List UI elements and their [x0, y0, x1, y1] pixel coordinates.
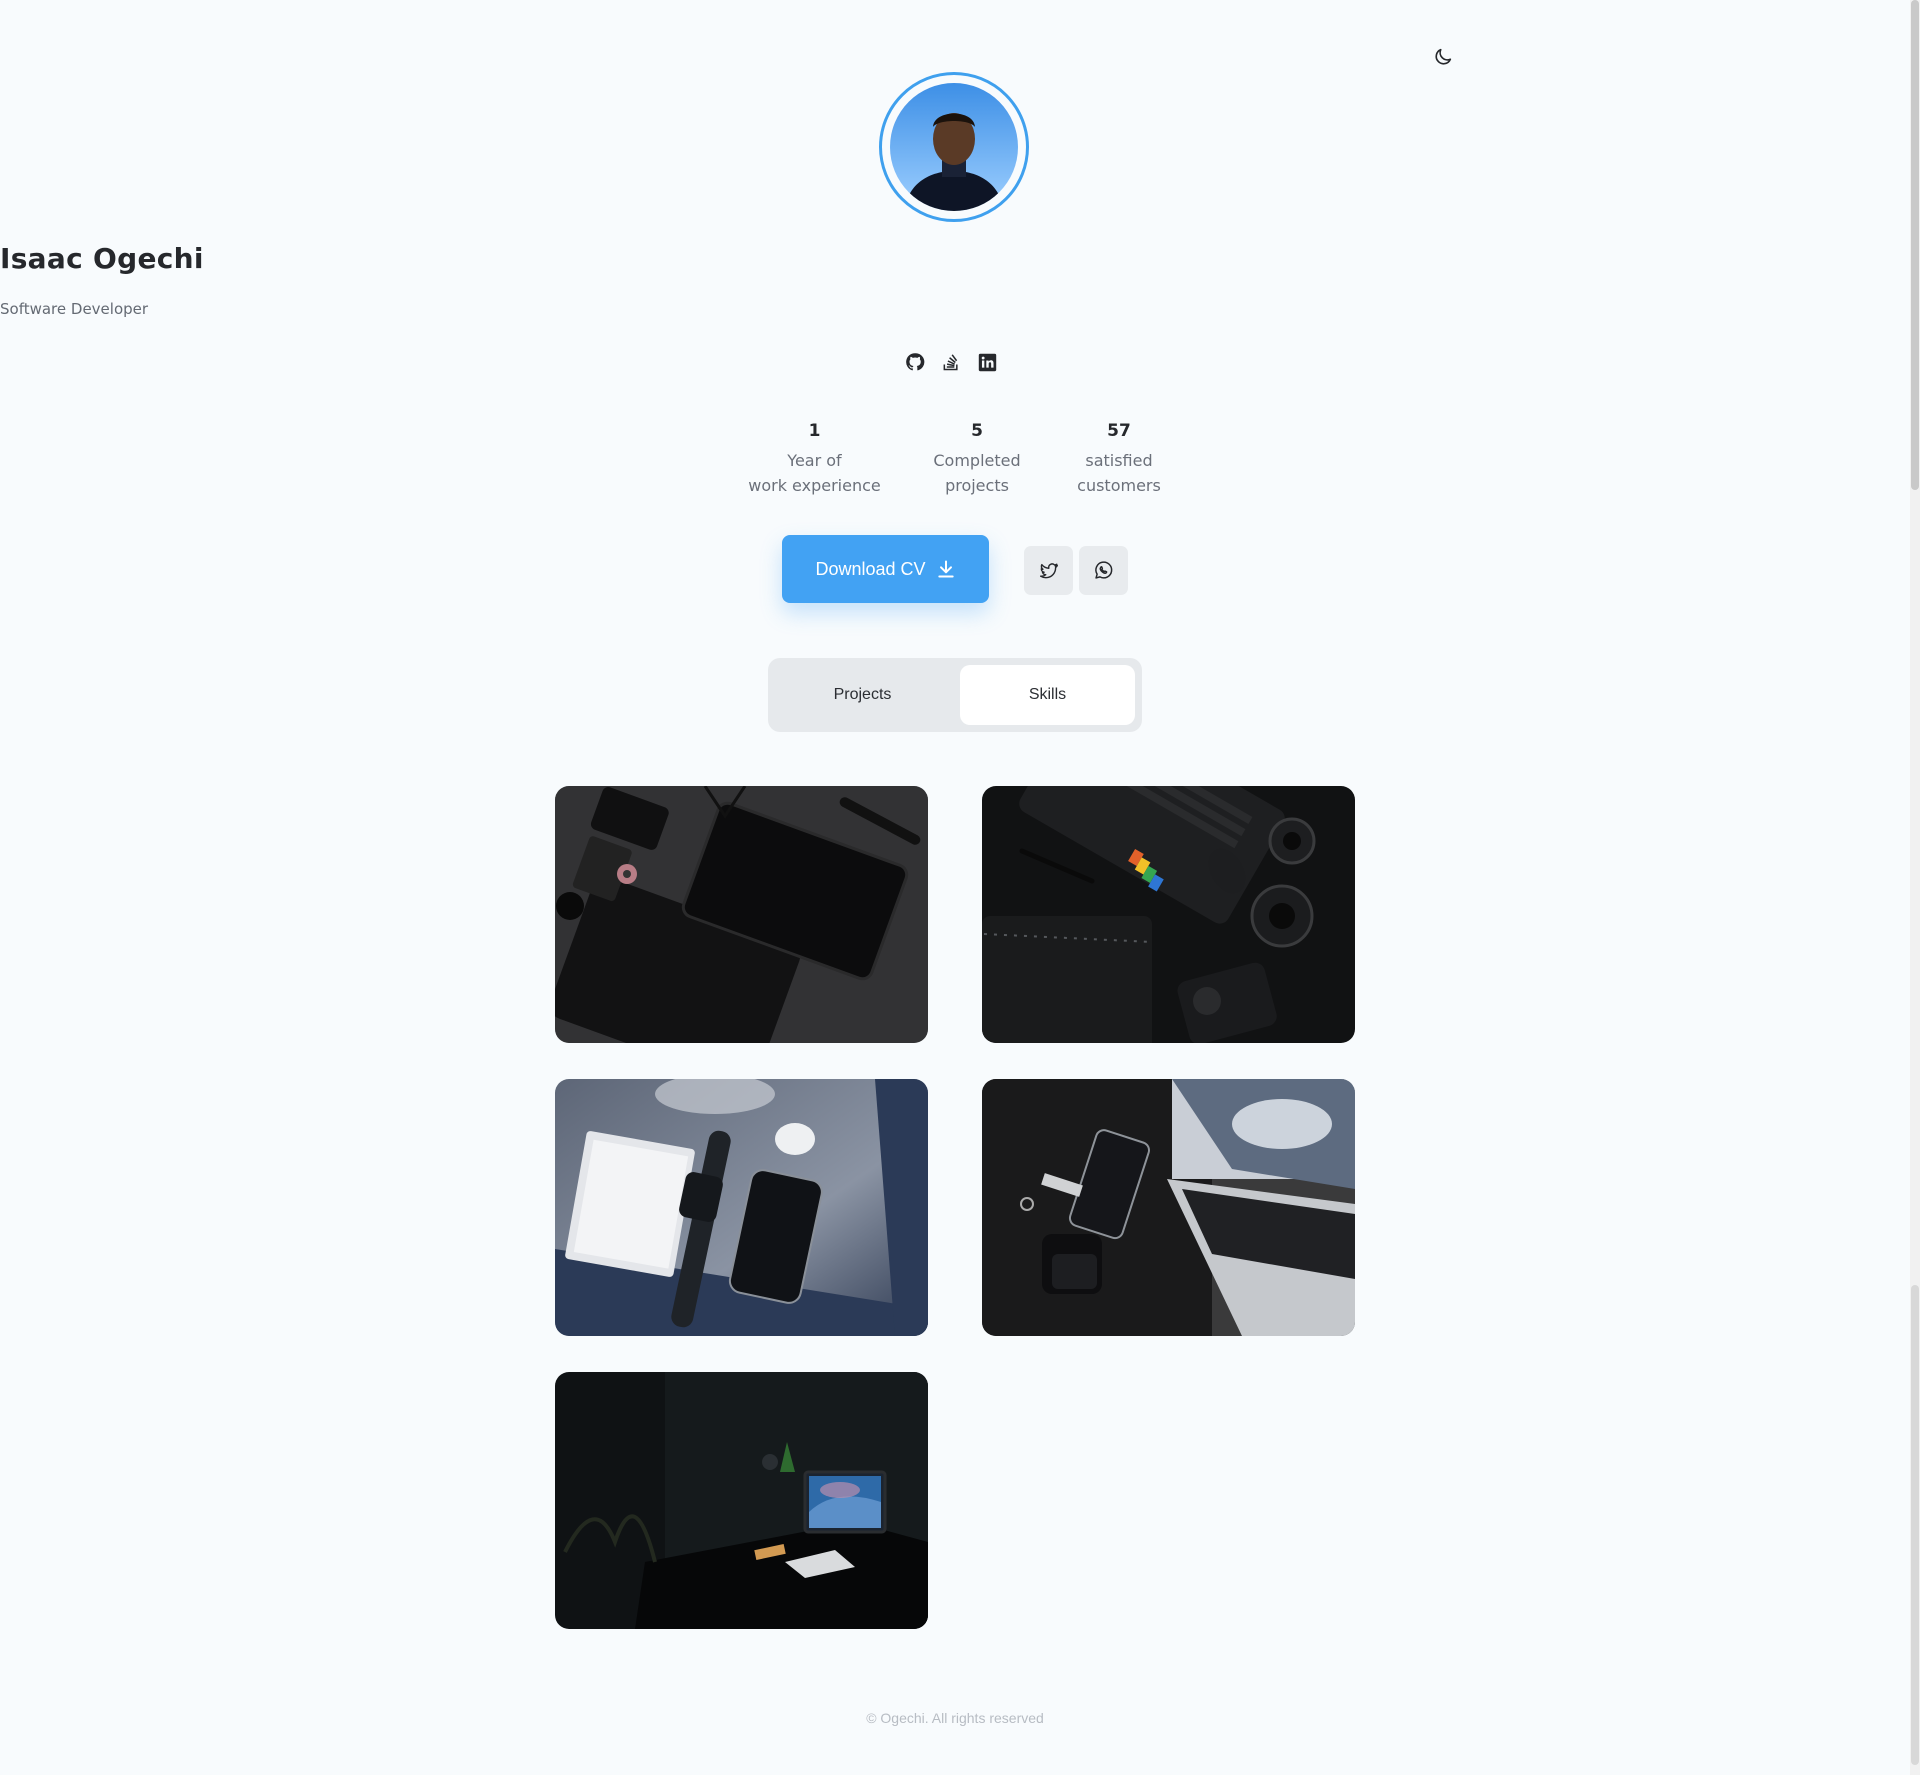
- stack-overflow-icon: [943, 354, 958, 371]
- stat-experience: 1 Year of work experience: [742, 420, 887, 498]
- tab-projects[interactable]: Projects: [775, 665, 950, 725]
- scrollbar-thumb[interactable]: [1911, 0, 1919, 490]
- project-image-desk-tablets: [555, 786, 928, 1043]
- project-card[interactable]: [982, 786, 1355, 1043]
- stat-label-line2: work experience: [748, 476, 881, 495]
- theme-toggle-button[interactable]: [1430, 44, 1456, 70]
- stat-label-line1: Completed: [933, 451, 1021, 470]
- avatar: [890, 83, 1018, 211]
- stack-overflow-link[interactable]: [941, 350, 961, 374]
- stat-projects: 5 Completed projects: [922, 420, 1032, 498]
- tab-skills[interactable]: Skills: [960, 665, 1135, 725]
- stat-label-line2: projects: [945, 476, 1009, 495]
- stat-label-line1: Year of: [787, 451, 842, 470]
- download-icon: [937, 560, 954, 578]
- github-link[interactable]: [905, 350, 925, 374]
- profile-name: Isaac Ogechi: [0, 242, 204, 275]
- moon-icon: [1435, 48, 1452, 65]
- project-card[interactable]: [982, 1079, 1355, 1336]
- twitter-icon: [1039, 562, 1058, 578]
- stat-value: 1: [808, 421, 821, 441]
- footer-copyright: © Ogechi. All rights reserved: [866, 1710, 1044, 1726]
- project-image-laptop-phone: [982, 1079, 1355, 1336]
- section-tabs: Projects Skills: [768, 658, 1142, 732]
- stat-label: Completed projects: [922, 448, 1032, 498]
- stat-value: 57: [1107, 421, 1131, 441]
- social-links: [905, 350, 997, 374]
- whatsapp-icon: [1095, 561, 1113, 579]
- stat-label: satisfied customers: [1064, 448, 1174, 498]
- download-cv-label: Download CV: [815, 558, 926, 579]
- scrollbar-thumb-secondary[interactable]: [1911, 1285, 1919, 1765]
- stat-value: 5: [971, 421, 983, 441]
- project-card[interactable]: [555, 786, 928, 1043]
- project-image-workstation: [555, 1372, 928, 1629]
- profile-role: Software Developer: [0, 300, 149, 318]
- stat-customers: 57 satisfied customers: [1064, 420, 1174, 498]
- linkedin-link[interactable]: [977, 350, 997, 374]
- avatar-frame: [879, 72, 1029, 222]
- stat-label-line1: satisfied: [1085, 451, 1153, 470]
- scrollbar[interactable]: [1910, 0, 1920, 1775]
- whatsapp-button[interactable]: [1079, 546, 1128, 595]
- project-image-laptop-camera: [982, 786, 1355, 1043]
- project-card[interactable]: [555, 1079, 928, 1336]
- stat-label: Year of work experience: [742, 448, 887, 498]
- twitter-button[interactable]: [1024, 546, 1073, 595]
- github-icon: [906, 353, 925, 371]
- linkedin-icon: [978, 353, 996, 371]
- project-image-notepad-watch: [555, 1079, 928, 1336]
- stat-label-line2: customers: [1077, 476, 1161, 495]
- download-cv-button[interactable]: Download CV: [782, 535, 989, 603]
- project-card[interactable]: [555, 1372, 928, 1629]
